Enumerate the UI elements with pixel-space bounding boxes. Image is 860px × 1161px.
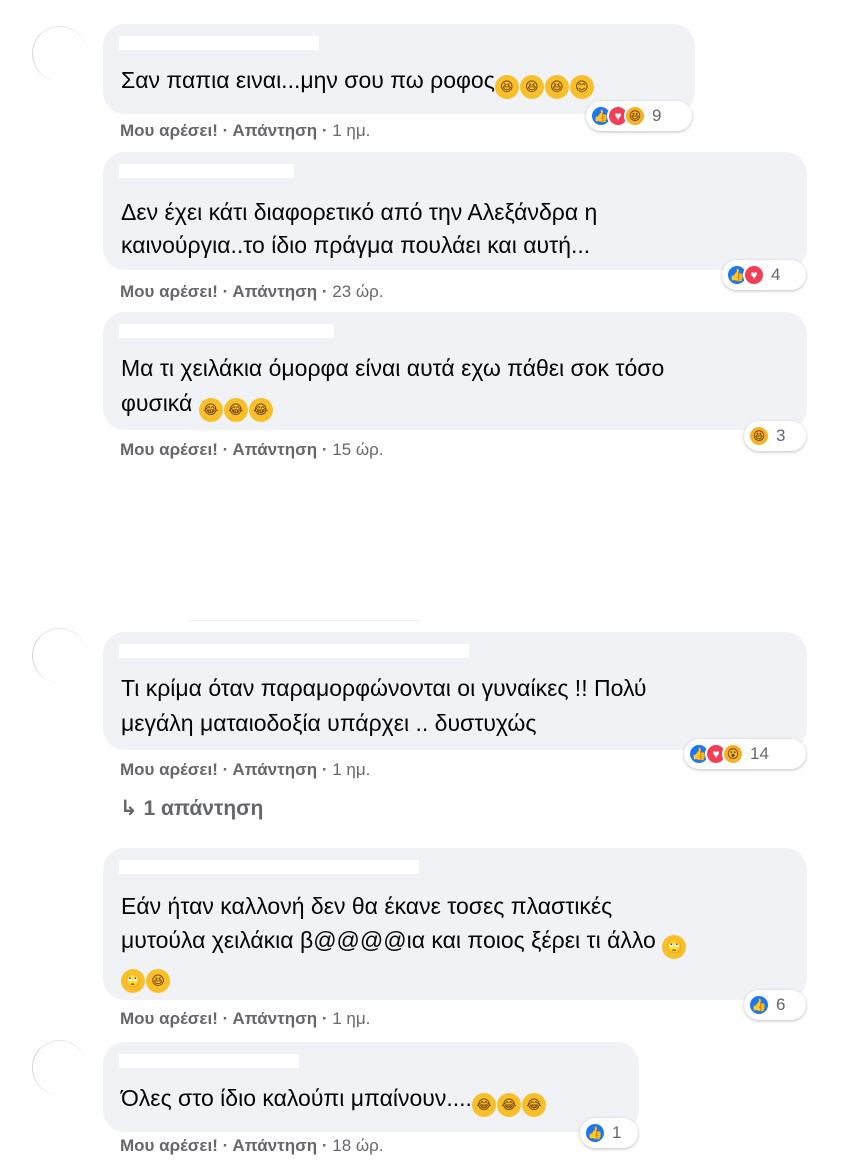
- comment-text: μυτούλα χειλάκια β@@@@ια και ποιος ξέρει…: [121, 924, 687, 959]
- comment-actions: Μου αρέσει! · Απάντηση · 1 ημ.: [120, 760, 371, 779]
- reply-button[interactable]: Απάντηση: [232, 1136, 317, 1155]
- eye-roll-icon: 🙄: [662, 935, 687, 959]
- wow-icon: 😮: [722, 743, 744, 765]
- reaction-summary[interactable]: 👍 6: [744, 990, 806, 1020]
- reaction-count: 4: [771, 265, 781, 284]
- timestamp[interactable]: 23 ώρ.: [332, 282, 383, 301]
- like-button[interactable]: Μου αρέσει!: [120, 121, 218, 140]
- comment-bubble: Τι κρίμα όταν παραμορφώνονται οι γυναίκε…: [103, 632, 807, 750]
- reaction-summary[interactable]: 👍 1: [580, 1118, 638, 1148]
- reply-button[interactable]: Απάντηση: [232, 121, 317, 140]
- reaction-count: 1: [612, 1123, 622, 1142]
- like-button[interactable]: Μου αρέσει!: [120, 440, 218, 459]
- author-name-redacted[interactable]: [119, 860, 419, 874]
- comment-text: φυσικά 😂 😂 😂: [121, 387, 274, 422]
- haha-icon: 😆: [624, 105, 646, 127]
- avatar[interactable]: [32, 26, 87, 81]
- comment-text: Σαν παπια ειναι...μην σου πω ροφος 😆 😆 😆 😊: [121, 64, 595, 99]
- comment-bubble: Όλες στο ίδιο καλούπι μπαίνουν.... 😂 😂 😂: [103, 1042, 639, 1132]
- like-icon: 👍: [748, 994, 770, 1016]
- timestamp[interactable]: 1 ημ.: [332, 121, 370, 140]
- view-replies-link[interactable]: ↳ 1 απάντηση: [120, 796, 263, 821]
- comment-text: Δεν έχει κάτι διαφορετικό από την Αλεξάν…: [121, 199, 598, 225]
- emoji-icon: 😂 😂 😂: [198, 390, 274, 422]
- reply-button[interactable]: Απάντηση: [232, 440, 317, 459]
- comment-text: μεγάλη ματαιοδοξία υπάρχει .. δυστυχώς: [121, 710, 537, 736]
- timestamp[interactable]: 1 ημ.: [332, 1009, 370, 1028]
- author-name-redacted[interactable]: [119, 1054, 299, 1068]
- reaction-summary[interactable]: 👍 ♥ 😮 14: [684, 739, 806, 769]
- reaction-summary[interactable]: 😆 3: [744, 421, 806, 451]
- comment-bubble: Μα τι χειλάκια όμορφα είναι αυτά εχω πάθ…: [103, 312, 807, 430]
- avatar[interactable]: [32, 628, 87, 683]
- comment-actions: Μου αρέσει! · Απάντηση · 18 ώρ.: [120, 1136, 384, 1155]
- like-button[interactable]: Μου αρέσει!: [120, 282, 218, 301]
- author-name-redacted[interactable]: [119, 164, 294, 178]
- comment-text: Όλες στο ίδιο καλούπι μπαίνουν.... 😂 😂 😂: [121, 1082, 547, 1117]
- emoji-icon: 😆 😆 😆 😊: [494, 67, 595, 99]
- comment-bubble: Εάν ήταν καλλονή δεν θα έκανε τοσες πλασ…: [103, 848, 807, 1000]
- reply-button[interactable]: Απάντηση: [232, 760, 317, 779]
- reaction-summary[interactable]: 👍 ♥ 😆 9: [586, 101, 692, 131]
- reaction-count: 3: [776, 426, 786, 445]
- avatar[interactable]: [32, 1040, 87, 1095]
- like-button[interactable]: Μου αρέσει!: [120, 1009, 218, 1028]
- timestamp[interactable]: 18 ώρ.: [332, 1136, 383, 1155]
- reply-arrow-icon: ↳: [120, 797, 138, 820]
- like-button[interactable]: Μου αρέσει!: [120, 760, 218, 779]
- author-name-redacted[interactable]: [119, 644, 469, 658]
- reply-button[interactable]: Απάντηση: [232, 282, 317, 301]
- author-name-redacted[interactable]: [119, 36, 319, 50]
- reaction-summary[interactable]: 👍 ♥ 4: [722, 260, 806, 290]
- comment-actions: Μου αρέσει! · Απάντηση · 23 ώρ.: [120, 282, 384, 301]
- emoji-icon: 😂 😂 😂: [471, 1085, 547, 1117]
- view-replies-label: 1 απάντηση: [143, 797, 264, 820]
- comment-actions: Μου αρέσει! · Απάντηση · 15 ώρ.: [120, 440, 384, 459]
- divider: [190, 620, 420, 621]
- reply-button[interactable]: Απάντηση: [232, 1009, 317, 1028]
- comment-text: Τι κρίμα όταν παραμορφώνονται οι γυναίκε…: [121, 675, 647, 701]
- haha-icon: 😆: [748, 425, 770, 447]
- reaction-count: 6: [776, 995, 786, 1014]
- comment-actions: Μου αρέσει! · Απάντηση · 1 ημ.: [120, 121, 371, 140]
- comment-text: Μα τι χειλάκια όμορφα είναι αυτά εχω πάθ…: [121, 355, 665, 381]
- like-icon: 👍: [584, 1122, 606, 1144]
- comment-bubble: Δεν έχει κάτι διαφορετικό από την Αλεξάν…: [103, 152, 807, 270]
- author-name-redacted[interactable]: [119, 324, 334, 338]
- like-button[interactable]: Μου αρέσει!: [120, 1136, 218, 1155]
- timestamp[interactable]: 1 ημ.: [332, 760, 370, 779]
- reaction-count: 14: [750, 744, 769, 763]
- comment-text: καινούργια..το ίδιο πράγμα πουλάει και α…: [121, 232, 591, 258]
- comment-actions: Μου αρέσει! · Απάντηση · 1 ημ.: [120, 1009, 371, 1028]
- timestamp[interactable]: 15 ώρ.: [332, 440, 383, 459]
- emoji-icon: 🙄 😆: [121, 961, 171, 993]
- reaction-count: 9: [652, 106, 662, 125]
- love-icon: ♥: [743, 264, 765, 286]
- comment-text: Εάν ήταν καλλονή δεν θα έκανε τοσες πλασ…: [121, 893, 613, 919]
- comment-text: 🙄 😆: [121, 958, 171, 993]
